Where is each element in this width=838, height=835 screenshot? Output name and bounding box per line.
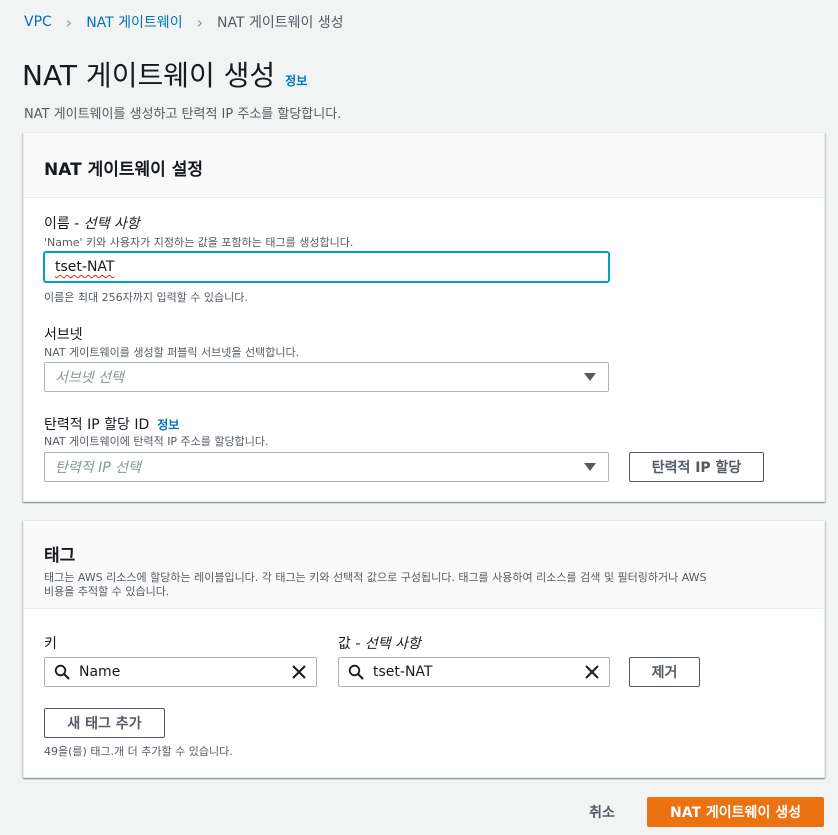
subnet-select-placeholder: 서브넷 선택 <box>55 370 124 386</box>
page-info-link[interactable]: 정보 <box>285 72 307 89</box>
name-input-value: tset-NAT <box>55 259 115 275</box>
subnet-description: NAT 게이트웨이를 생성할 퍼블릭 서브넷을 선택합니다. <box>44 346 300 359</box>
remove-tag-button[interactable]: 제거 <box>629 657 700 687</box>
tags-header: 태그 태그는 AWS 리소스에 할당하는 레이블입니다. 각 태그는 키와 선택… <box>24 521 824 609</box>
tags-remaining: 49을(를) 태그.개 더 추가할 수 있습니다. <box>44 745 233 758</box>
tags-description-line2: 비용을 추적할 수 있습니다. <box>44 585 170 598</box>
eip-select[interactable]: 탄력적 IP 선택 <box>44 452 609 482</box>
tags-panel: 태그 태그는 AWS 리소스에 할당하는 레이블입니다. 각 태그는 키와 선택… <box>23 520 825 778</box>
eip-select-placeholder: 탄력적 IP 선택 <box>55 460 141 476</box>
breadcrumb-nat-gateways[interactable]: NAT 게이트웨이 <box>86 12 182 32</box>
eip-description: NAT 게이트웨이에 탄력적 IP 주소를 할당합니다. <box>44 435 269 448</box>
tag-value-input[interactable]: tset-NAT <box>338 657 610 687</box>
breadcrumb: VPC › NAT 게이트웨이 › NAT 게이트웨이 생성 <box>24 12 344 32</box>
tag-value-value: tset-NAT <box>373 664 433 680</box>
subnet-label: 서브넷 <box>44 327 83 343</box>
close-icon[interactable] <box>575 665 609 679</box>
eip-label: 탄력적 IP 할당 ID 정보 <box>44 417 180 433</box>
allocate-eip-button[interactable]: 탄력적 IP 할당 <box>629 452 764 482</box>
page-description: NAT 게이트웨이를 생성하고 탄력적 IP 주소를 할당합니다. <box>24 107 342 122</box>
add-tag-button[interactable]: 새 태그 추가 <box>44 708 165 738</box>
page-title: NAT 게이트웨이 생성 <box>22 59 276 92</box>
close-icon[interactable] <box>282 665 316 679</box>
breadcrumb-current: NAT 게이트웨이 생성 <box>216 15 344 31</box>
eip-info-link[interactable]: 정보 <box>157 418 179 432</box>
search-icon <box>339 664 373 680</box>
name-label: 이름 - 선택 사항 <box>44 216 140 232</box>
tag-value-label: 값 - 선택 사항 <box>338 636 421 652</box>
caret-down-icon <box>584 463 596 471</box>
subnet-select[interactable]: 서브넷 선택 <box>44 362 609 392</box>
tag-key-label: 키 <box>44 636 57 652</box>
name-hint: 이름은 최대 256자까지 입력할 수 있습니다. <box>44 291 248 304</box>
tag-key-input[interactable]: Name <box>44 657 317 687</box>
chevron-right-icon: › <box>65 12 73 32</box>
page-title-row: NAT 게이트웨이 생성 정보 <box>22 54 307 94</box>
tags-title: 태그 <box>44 546 76 566</box>
name-description: 'Name' 키와 사용자가 지정하는 값을 포함하는 태그를 생성합니다. <box>44 236 354 249</box>
search-icon <box>45 664 79 680</box>
cancel-button[interactable]: 취소 <box>572 797 632 827</box>
caret-down-icon <box>584 373 596 381</box>
tag-key-value: Name <box>79 664 121 680</box>
breadcrumb-vpc[interactable]: VPC <box>24 14 52 30</box>
nat-settings-title: NAT 게이트웨이 설정 <box>44 160 203 180</box>
nat-settings-panel: NAT 게이트웨이 설정 이름 - 선택 사항 'Name' 키와 사용자가 지… <box>23 132 825 502</box>
name-input[interactable]: tset-NAT <box>44 252 609 282</box>
create-nat-gateway-button[interactable]: NAT 게이트웨이 생성 <box>647 797 824 827</box>
chevron-right-icon: › <box>196 12 203 32</box>
nat-settings-header: NAT 게이트웨이 설정 <box>24 133 824 198</box>
